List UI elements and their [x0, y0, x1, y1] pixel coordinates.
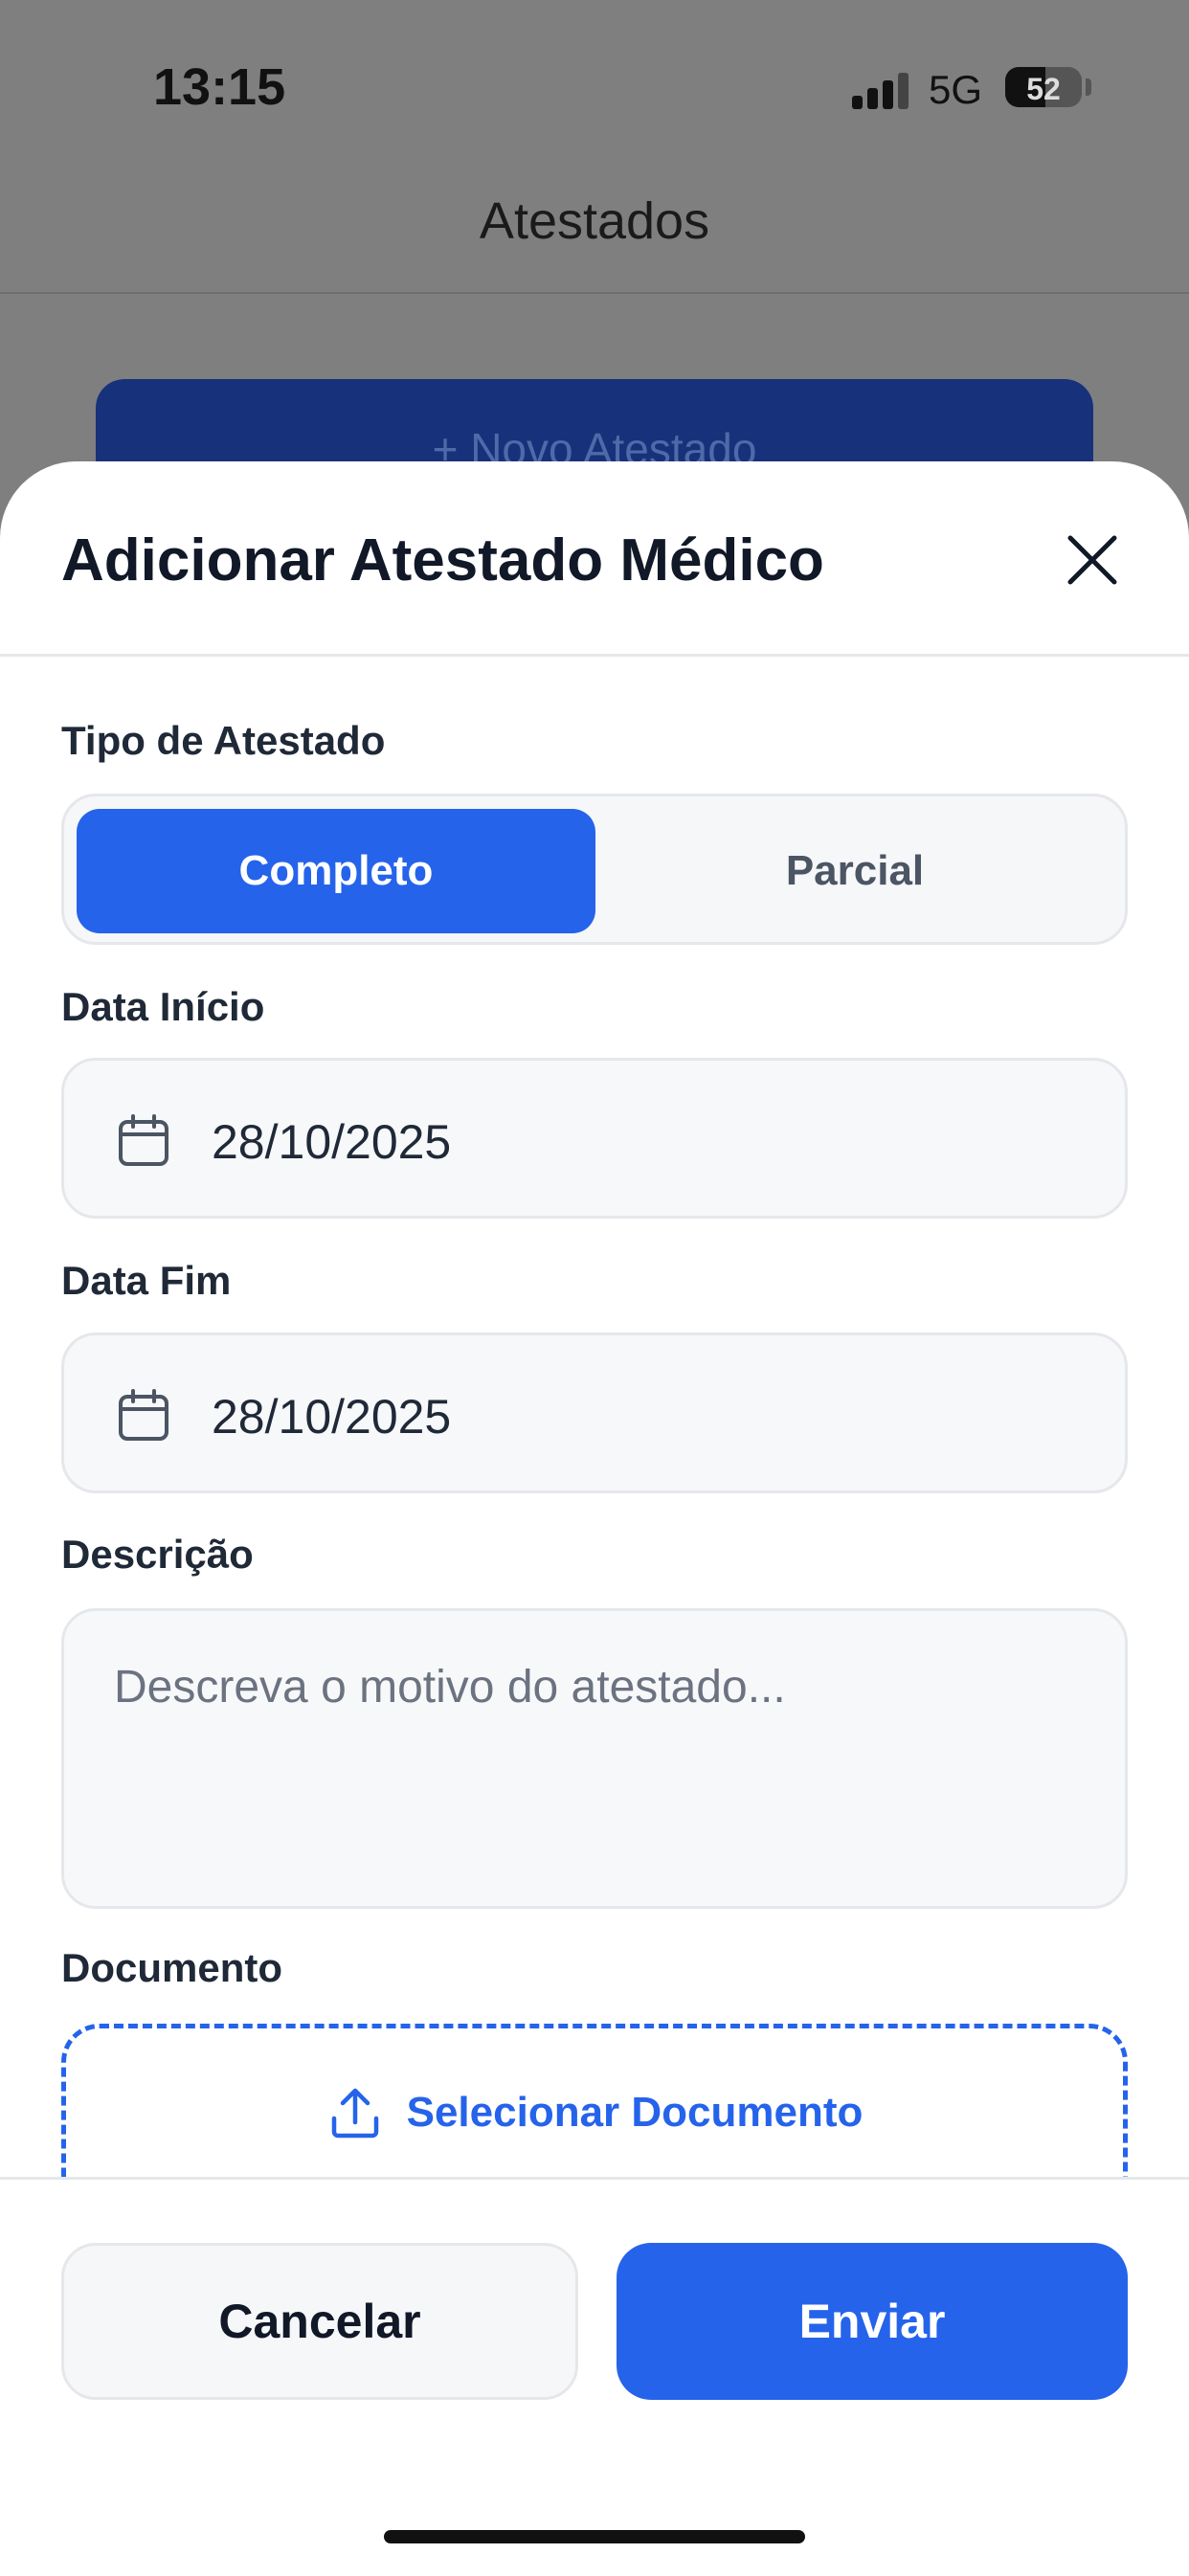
page-title: Atestados [479, 192, 710, 250]
start-date-value: 28/10/2025 [212, 1115, 452, 1169]
calendar-icon [119, 1389, 168, 1441]
start-date-label: Data Início [61, 984, 265, 1029]
sheet-divider [0, 654, 1189, 657]
description-input[interactable]: Descreva o motivo do atestado... [61, 1608, 1128, 1909]
type-selector: Completo Parcial [61, 794, 1128, 945]
upload-icon [331, 2088, 378, 2139]
sheet-footer: Cancelar Enviar [0, 2177, 1189, 2576]
calendar-icon [119, 1114, 168, 1166]
end-date-field[interactable]: 28/10/2025 [61, 1333, 1128, 1493]
battery-level: 52 [1026, 72, 1061, 106]
sheet-title: Adicionar Atestado Médico [61, 527, 824, 594]
end-date-label: Data Fim [61, 1258, 232, 1303]
type-option-parcial[interactable]: Parcial [595, 809, 1114, 933]
type-label: Tipo de Atestado [61, 718, 386, 763]
battery-tip [1086, 78, 1091, 96]
signal-icon [852, 71, 913, 109]
close-button[interactable] [1059, 526, 1126, 594]
description-placeholder: Descreva o motivo do atestado... [114, 1662, 786, 1713]
add-certificate-sheet: Adicionar Atestado Médico Tipo de Atesta… [0, 461, 1189, 2576]
header-divider [0, 292, 1189, 294]
start-date-field[interactable]: 28/10/2025 [61, 1058, 1128, 1219]
cancel-button[interactable]: Cancelar [61, 2243, 578, 2400]
close-icon [1067, 535, 1117, 585]
description-label: Descrição [61, 1532, 254, 1577]
network-type: 5G [929, 67, 983, 112]
type-option-completo[interactable]: Completo [77, 809, 595, 933]
submit-button[interactable]: Enviar [617, 2243, 1128, 2400]
battery-icon: 52 [1005, 67, 1082, 107]
select-document-label: Selecionar Documento [406, 2089, 864, 2136]
document-label: Documento [61, 1945, 282, 1990]
end-date-value: 28/10/2025 [212, 1390, 452, 1444]
home-indicator[interactable] [384, 2530, 805, 2543]
status-time: 13:15 [153, 58, 286, 116]
status-bar: 13:15 5G 52 [0, 0, 1189, 172]
